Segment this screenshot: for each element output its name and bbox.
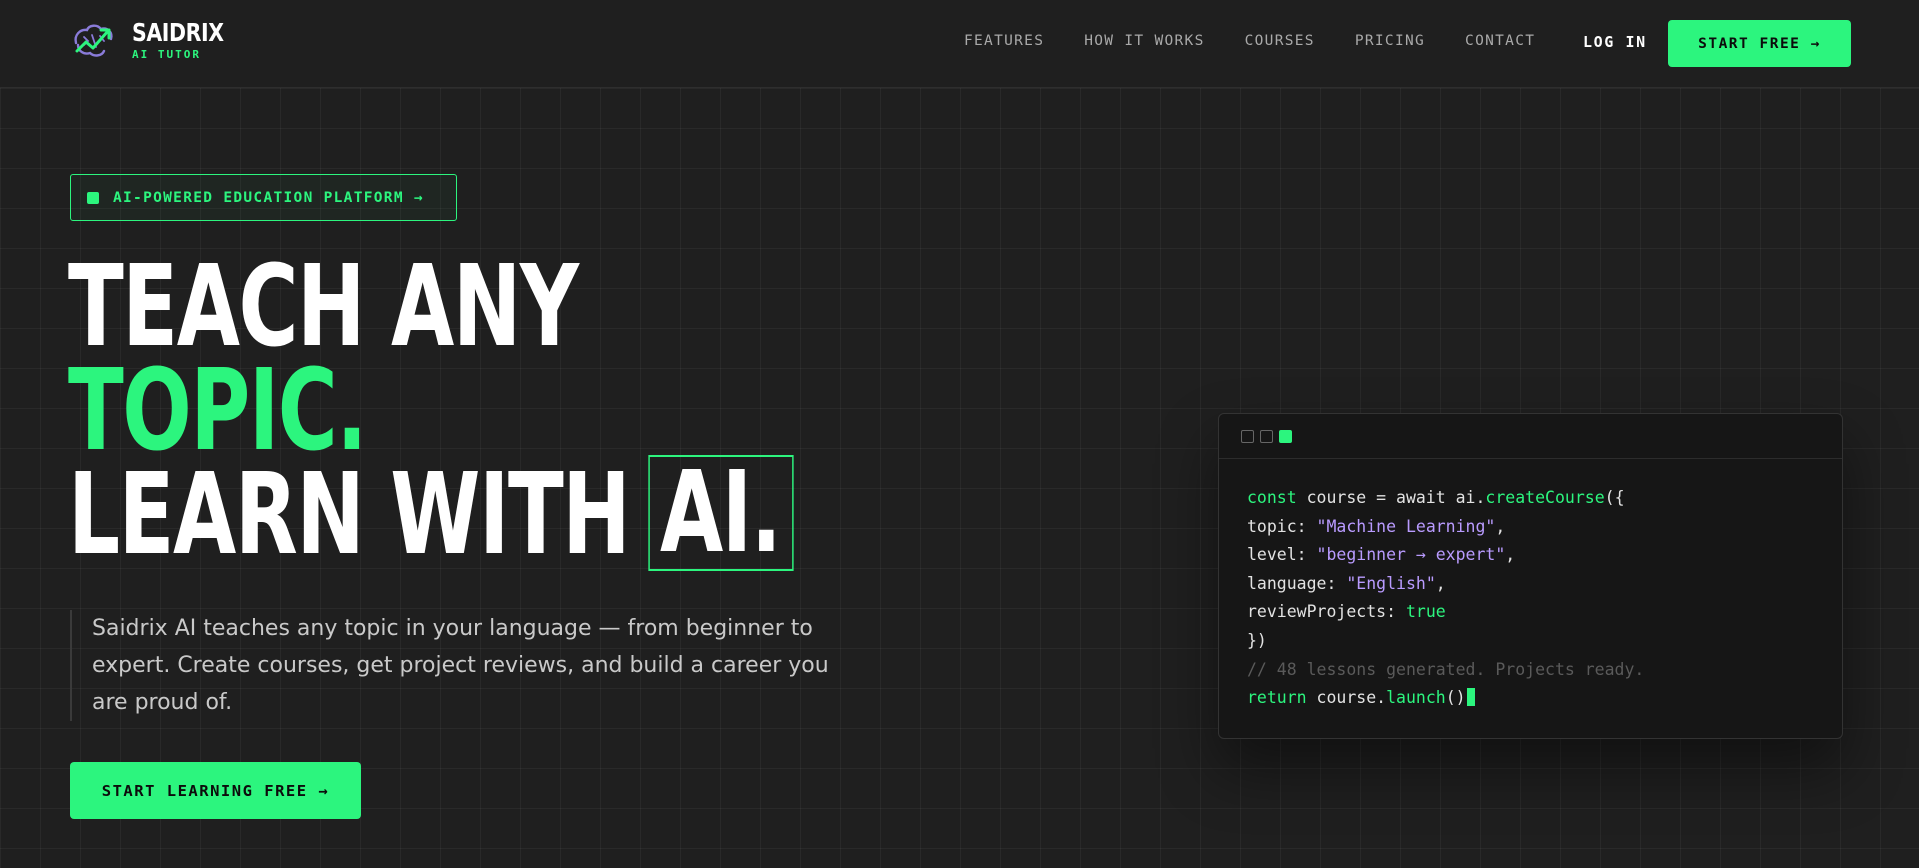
code-window: const course = await ai.createCourse({ to… (1218, 413, 1843, 739)
platform-badge[interactable]: AI-POWERED EDUCATION PLATFORM → (70, 174, 457, 221)
login-link[interactable]: LOG IN (1583, 33, 1647, 51)
window-square-icon (1241, 429, 1254, 443)
window-square-active-icon (1279, 429, 1292, 443)
hero-description: Saidrix AI teaches any topic in your lan… (70, 610, 870, 721)
text-cursor-icon (1466, 688, 1475, 707)
main-nav: FEATURES HOW IT WORKS COURSES PRICING CO… (964, 33, 1575, 49)
code-line: }) (1247, 630, 1267, 650)
nav-item-courses[interactable]: COURSES (1245, 33, 1315, 49)
code-line: topic: "Machine Learning", (1247, 516, 1506, 536)
headline-line-3: LEARN WITH AI. (68, 450, 794, 580)
code-content: const course = await ai.createCourse({ to… (1219, 459, 1842, 713)
code-line: reviewProjects: true (1247, 602, 1446, 622)
brand-name: SAIDRIX (132, 18, 224, 47)
nav-item-features[interactable]: FEATURES (964, 33, 1044, 49)
badge-label: AI-POWERED EDUCATION PLATFORM → (113, 189, 424, 206)
code-line: language: "English", (1247, 573, 1446, 593)
nav-item-pricing[interactable]: PRICING (1355, 33, 1425, 49)
window-square-icon (1260, 429, 1273, 443)
code-line: // 48 lessons generated. Projects ready. (1247, 659, 1645, 679)
brain-logo-icon (74, 24, 113, 57)
site-header: SAIDRIX AI TUTOR FEATURES HOW IT WORKS C… (0, 0, 1919, 88)
nav-item-how-it-works[interactable]: HOW IT WORKS (1084, 33, 1204, 49)
brand-tagline: AI TUTOR (132, 48, 201, 61)
logo[interactable]: SAIDRIX AI TUTOR (72, 20, 244, 61)
code-line: level: "beginner → expert", (1247, 545, 1516, 565)
headline-line-1: TEACH ANY (68, 242, 579, 372)
code-line: return course.launch() (1247, 684, 1842, 713)
hero-headline: TEACH ANY TOPIC. LEARN WITH AI. (68, 242, 1062, 580)
start-free-button[interactable]: START FREE → (1668, 20, 1851, 67)
code-line: const course = await ai.createCourse({ (1247, 488, 1625, 507)
headline-ai-box: AI. (648, 455, 794, 571)
start-learning-button[interactable]: START LEARNING FREE → (70, 762, 361, 819)
headline-line-3-text: LEARN WITH (68, 450, 631, 580)
nav-item-contact[interactable]: CONTACT (1465, 33, 1535, 49)
code-window-titlebar (1219, 414, 1842, 459)
badge-dot-icon (87, 191, 99, 204)
